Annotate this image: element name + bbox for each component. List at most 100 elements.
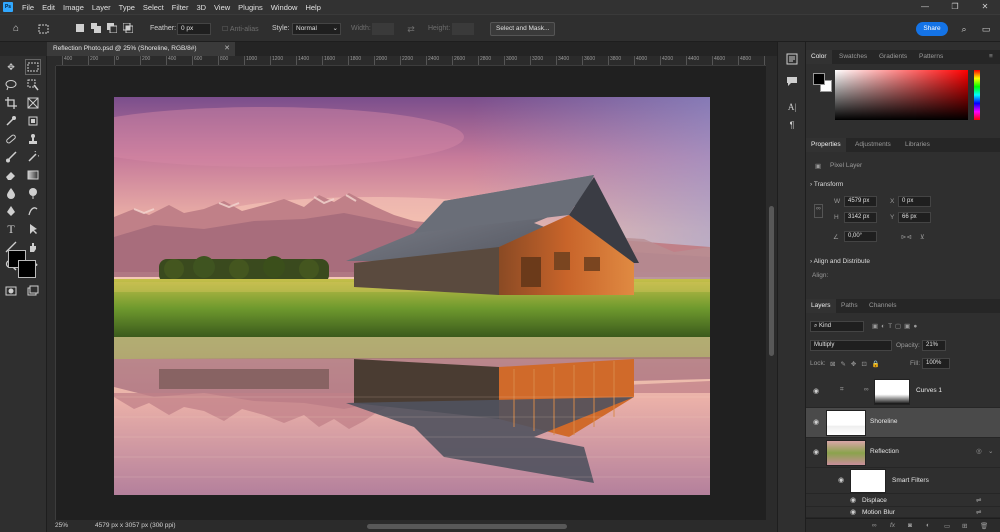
eye-icon[interactable]: ◉: [848, 508, 858, 517]
zoom-level[interactable]: 25%: [55, 520, 68, 532]
fx-icon[interactable]: fx: [890, 522, 895, 529]
new-layer-icon[interactable]: ⊞: [962, 522, 967, 530]
eraser-tool-icon[interactable]: [4, 168, 18, 182]
angle-field[interactable]: 0,00°: [844, 231, 877, 242]
hand-tool-icon[interactable]: [26, 240, 40, 254]
y-field[interactable]: 66 px: [898, 212, 931, 223]
document-tab[interactable]: Reflection Photo.psd @ 25% (Shoreline, R…: [47, 42, 235, 56]
x-field[interactable]: 0 px: [898, 196, 931, 207]
pen-tool-icon[interactable]: [4, 204, 18, 218]
layer-thumbnail[interactable]: [826, 410, 866, 436]
frame-rect-tool-icon[interactable]: [26, 114, 40, 128]
style-select[interactable]: Normal ⌄: [292, 23, 341, 35]
document-image[interactable]: [114, 97, 710, 495]
layer-mask-thumbnail[interactable]: [874, 379, 910, 405]
layer-row[interactable]: ◉ ⌗ ∞ Curves 1: [806, 376, 1000, 408]
workspace-icon[interactable]: ▭: [980, 23, 992, 35]
dodge-tool-icon[interactable]: [26, 186, 40, 200]
subtract-selection-icon[interactable]: [106, 23, 118, 35]
menu-plugins[interactable]: Plugins: [234, 3, 267, 12]
tab-gradients[interactable]: Gradients: [874, 50, 912, 64]
layer-name[interactable]: Shoreline: [870, 418, 897, 425]
fill-field[interactable]: 100%: [922, 358, 950, 369]
close-window-button[interactable]: ✕: [970, 0, 1000, 14]
new-selection-icon[interactable]: [74, 23, 86, 35]
freeform-pen-tool-icon[interactable]: [26, 204, 40, 218]
expand-chevron-icon[interactable]: ⌄: [988, 447, 993, 455]
vertical-scroll-thumb[interactable]: [769, 206, 774, 356]
search-icon[interactable]: ⌕: [958, 23, 970, 35]
add-selection-icon[interactable]: [90, 23, 102, 35]
history-brush-tool-icon[interactable]: [26, 149, 42, 164]
hue-slider[interactable]: [974, 70, 980, 120]
eye-icon[interactable]: ◉: [811, 418, 821, 428]
frame-tool-icon[interactable]: [26, 96, 40, 110]
layer-name[interactable]: Smart Filters: [892, 477, 929, 484]
menu-layer[interactable]: Layer: [88, 3, 115, 12]
panel-menu-icon[interactable]: ≡: [984, 50, 998, 64]
new-adjustment-icon[interactable]: ◐: [926, 522, 930, 529]
character-panel-icon[interactable]: A|: [785, 100, 799, 114]
layer-row[interactable]: ◉ Shoreline: [806, 408, 1000, 438]
restore-button[interactable]: ❐: [940, 0, 970, 14]
screen-mode-icon[interactable]: [26, 284, 40, 298]
filter-options-icon[interactable]: ⇌: [976, 508, 981, 516]
opacity-field[interactable]: 21%: [922, 340, 946, 351]
tab-patterns[interactable]: Patterns: [914, 50, 948, 64]
layer-name[interactable]: Curves 1: [916, 387, 942, 394]
rectangular-marquee-tool-icon[interactable]: [25, 59, 41, 75]
menu-3d[interactable]: 3D: [192, 3, 210, 12]
layer-filter-icons[interactable]: ▣◐T▢▣●: [872, 322, 920, 330]
brush-tool-icon[interactable]: [4, 150, 18, 164]
status-menu-chevron-icon[interactable]: ›: [159, 520, 161, 532]
layer-filter-select[interactable]: ⌕ Kind: [810, 321, 864, 332]
menu-image[interactable]: Image: [59, 3, 88, 12]
lasso-tool-icon[interactable]: [4, 78, 18, 92]
add-mask-icon[interactable]: ◙: [908, 522, 912, 529]
background-color-swatch[interactable]: [18, 260, 36, 278]
layer-name[interactable]: Displace: [862, 497, 887, 504]
type-tool-icon[interactable]: T: [4, 222, 18, 236]
share-button[interactable]: Share: [916, 22, 948, 36]
chain-link-icon[interactable]: ∞: [864, 386, 869, 393]
tab-swatches[interactable]: Swatches: [834, 50, 872, 64]
tab-layers[interactable]: Layers: [806, 299, 836, 313]
saturation-brightness-field[interactable]: [835, 70, 968, 120]
lock-icons[interactable]: ⊠✎✥⊡🔒: [830, 360, 885, 368]
filter-options-icon[interactable]: ⇌: [976, 496, 981, 504]
flip-vertical-icon[interactable]: ⊻: [920, 233, 925, 241]
width-field[interactable]: 4579 px: [844, 196, 877, 207]
minimize-button[interactable]: —: [910, 0, 940, 14]
eye-icon[interactable]: ◉: [811, 387, 821, 397]
menu-help[interactable]: Help: [301, 3, 324, 12]
move-tool-icon[interactable]: ✥: [4, 60, 18, 74]
tab-paths[interactable]: Paths: [836, 299, 863, 313]
object-selection-tool-icon[interactable]: [26, 78, 40, 92]
trash-icon[interactable]: 🗑: [980, 522, 988, 530]
select-and-mask-button[interactable]: Select and Mask...: [490, 22, 556, 36]
layer-row[interactable]: ◉ Smart Filters: [806, 468, 1000, 494]
eyedropper-tool-icon[interactable]: [4, 114, 18, 128]
healing-brush-tool-icon[interactable]: [4, 132, 18, 146]
marquee-tool-preset-icon[interactable]: [38, 23, 50, 35]
eye-icon[interactable]: ◉: [836, 476, 846, 486]
menu-type[interactable]: Type: [115, 3, 139, 12]
layer-thumbnail[interactable]: [826, 440, 866, 466]
canvas-area[interactable]: [56, 66, 766, 520]
eye-icon[interactable]: ◉: [811, 448, 821, 458]
smart-filter-mask-thumbnail[interactable]: [850, 469, 886, 493]
layer-row[interactable]: ◉ Motion Blur ⇌: [806, 507, 1000, 518]
height-field[interactable]: 3142 px: [844, 212, 877, 223]
menu-edit[interactable]: Edit: [38, 3, 59, 12]
width-input[interactable]: [372, 23, 394, 35]
layer-name[interactable]: Reflection: [870, 448, 899, 455]
tab-libraries[interactable]: Libraries: [900, 138, 935, 152]
close-icon[interactable]: ✕: [224, 42, 230, 56]
vertical-scrollbar[interactable]: [766, 56, 777, 520]
blur-tool-icon[interactable]: [4, 186, 18, 200]
layer-row[interactable]: ◉ Displace ⇌: [806, 494, 1000, 507]
path-selection-tool-icon[interactable]: [26, 222, 40, 236]
tab-properties[interactable]: Properties: [806, 138, 846, 152]
eye-icon[interactable]: ◉: [848, 496, 858, 506]
intersect-selection-icon[interactable]: [122, 22, 134, 35]
